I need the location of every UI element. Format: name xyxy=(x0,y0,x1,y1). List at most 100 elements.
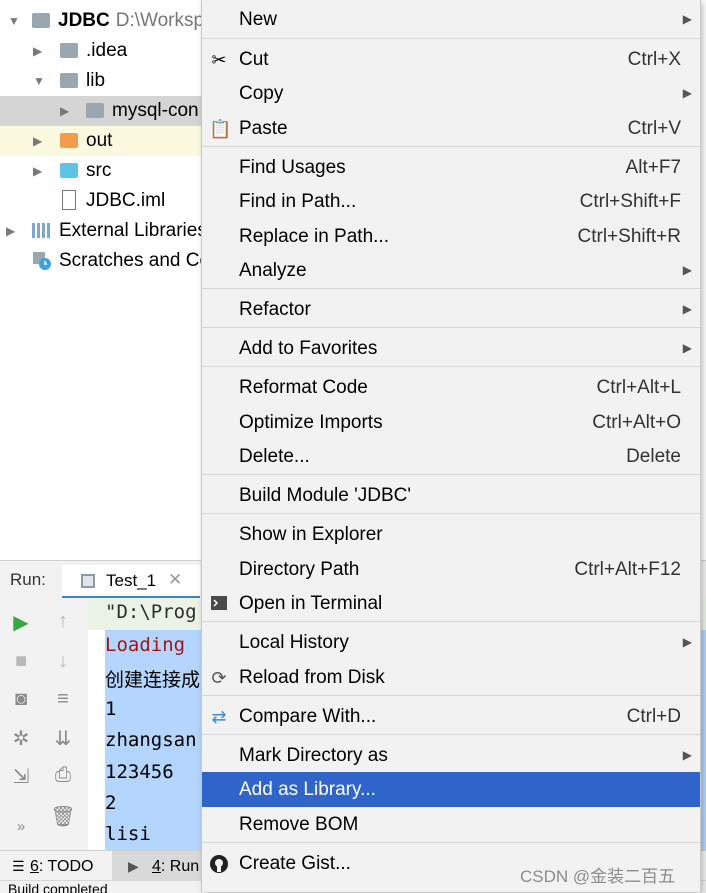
tree-item-label: JDBC.iml xyxy=(86,190,166,211)
menu-item-label: Add as Library... xyxy=(239,779,376,800)
close-icon[interactable]: ✕ xyxy=(168,570,182,590)
folder-icon xyxy=(60,43,78,58)
chevron-right-icon[interactable]: ▶ xyxy=(33,126,42,156)
menu-item-label: Find in Path... xyxy=(239,191,357,212)
restore-layout-icon[interactable]: ⇲ xyxy=(8,764,34,789)
tree-item-label: .idea xyxy=(86,40,128,61)
menu-item-shortcut: Delete xyxy=(626,446,681,467)
test-config-icon xyxy=(80,573,96,589)
menu-separator xyxy=(202,38,700,39)
menu-item-shortcut: Ctrl+X xyxy=(627,49,681,70)
trash-icon[interactable]: 🗑 xyxy=(50,804,76,829)
menu-item-shortcut: Ctrl+Alt+O xyxy=(592,412,681,433)
menu-item-label: New xyxy=(239,9,278,30)
menu-separator xyxy=(202,327,700,328)
watermark: CSDN @金装二百五 xyxy=(520,867,676,886)
tab-todo[interactable]: ☰ 6: TODO xyxy=(12,851,93,881)
arrow-down-icon[interactable]: ↓ xyxy=(50,650,76,673)
chevron-right-icon[interactable]: ▶ xyxy=(33,156,42,186)
menu-item-remove-bom[interactable]: Remove BOM xyxy=(202,807,700,842)
run-tab-test1[interactable]: Test_1 ✕ xyxy=(62,565,200,599)
menu-item-find-in-path[interactable]: Find in Path... Ctrl+Shift+F xyxy=(202,184,700,219)
menu-item-find-usages[interactable]: Find Usages Alt+F7 xyxy=(202,150,700,185)
menu-item-directory-path[interactable]: Directory Path Ctrl+Alt+F12 xyxy=(202,552,700,587)
soft-wrap-icon[interactable]: ≡ xyxy=(50,688,76,711)
chevron-right-icon[interactable]: ▶ xyxy=(33,36,42,66)
console-line: 创建连接成 xyxy=(105,669,201,691)
submenu-arrow-icon: ▶ xyxy=(682,635,692,649)
menu-separator xyxy=(202,621,700,622)
menu-separator xyxy=(202,695,700,696)
tree-item-label: Scratches and Co xyxy=(59,250,211,271)
scroll-to-end-icon[interactable]: ⇊ xyxy=(50,726,76,751)
menu-item-replace-in-path[interactable]: Replace in Path... Ctrl+Shift+R xyxy=(202,219,700,254)
console-line: 1 xyxy=(105,698,117,720)
source-folder-icon xyxy=(60,163,78,178)
chevron-right-icon[interactable]: ▶ xyxy=(6,216,15,246)
submenu-arrow-icon: ▶ xyxy=(682,263,692,277)
tree-root-name: JDBC xyxy=(58,10,110,31)
camera-icon[interactable]: ◙ xyxy=(8,688,34,711)
folder-icon xyxy=(60,73,78,88)
arrow-up-icon[interactable]: ↑ xyxy=(50,610,76,633)
tree-item-label: src xyxy=(86,160,112,181)
run-title: Run: xyxy=(10,570,46,589)
menu-item-shortcut: Ctrl+Shift+R xyxy=(577,226,681,247)
menu-item-new[interactable]: New ▶ xyxy=(202,2,700,37)
menu-item-refactor[interactable]: Refactor ▶ xyxy=(202,292,700,327)
menu-item-optimize-imports[interactable]: Optimize Imports Ctrl+Alt+O xyxy=(202,405,700,440)
tree-root-path: D:\Worksp xyxy=(115,10,205,31)
menu-item-shortcut: Ctrl+Alt+F12 xyxy=(574,559,681,580)
menu-item-mark-directory-as[interactable]: Mark Directory as ▶ xyxy=(202,738,700,773)
menu-item-build-module[interactable]: Build Module 'JDBC' xyxy=(202,478,700,513)
debug-icon[interactable]: ✲ xyxy=(8,726,34,751)
chevron-down-icon[interactable]: ▼ xyxy=(33,66,45,96)
menu-item-reformat-code[interactable]: Reformat Code Ctrl+Alt+L xyxy=(202,370,700,405)
run-tab-label: Test_1 xyxy=(106,571,157,590)
console-line: zhangsan xyxy=(105,729,197,751)
menu-item-add-to-favorites[interactable]: Add to Favorites ▶ xyxy=(202,331,700,366)
chevron-right-icon[interactable]: ▶ xyxy=(60,96,69,126)
menu-item-reload-from-disk[interactable]: ⟳ Reload from Disk xyxy=(202,660,700,695)
menu-item-compare-with[interactable]: ⇄ Compare With... Ctrl+D xyxy=(202,699,700,734)
menu-item-show-in-explorer[interactable]: Show in Explorer xyxy=(202,517,700,552)
menu-item-delete[interactable]: Delete... Delete xyxy=(202,439,700,474)
menu-item-local-history[interactable]: Local History ▶ xyxy=(202,625,700,660)
tab-run[interactable]: ▶ 4: Run xyxy=(112,851,207,881)
menu-item-cut[interactable]: ✂ Cut Ctrl+X xyxy=(202,42,700,77)
menu-item-label: Replace in Path... xyxy=(239,226,389,247)
menu-item-label: Copy xyxy=(239,83,284,104)
console-line: lisi xyxy=(105,823,151,845)
menu-item-shortcut: Ctrl+V xyxy=(627,118,681,139)
menu-item-paste[interactable]: 📋 Paste Ctrl+V xyxy=(202,111,700,146)
menu-item-label: Open in Terminal xyxy=(239,593,383,614)
menu-item-copy[interactable]: Copy ▶ xyxy=(202,76,700,111)
menu-item-label: Paste xyxy=(239,118,288,139)
scratches-icon xyxy=(32,251,52,271)
menu-item-shortcut: Ctrl+Shift+F xyxy=(579,191,681,212)
menu-item-analyze[interactable]: Analyze ▶ xyxy=(202,253,700,288)
menu-item-label: Compare With... xyxy=(239,706,377,727)
rerun-icon[interactable]: ▶ xyxy=(8,610,34,635)
tree-item-label: mysql-con xyxy=(112,100,199,121)
print-icon[interactable]: ⎙ xyxy=(50,764,76,787)
menu-item-label: Refactor xyxy=(239,299,311,320)
menu-item-open-in-terminal[interactable]: Open in Terminal xyxy=(202,586,700,621)
menu-item-label: Create Gist... xyxy=(239,853,351,874)
chevron-down-icon[interactable]: ▼ xyxy=(8,6,20,36)
console-line: Loading xyxy=(105,634,186,656)
menu-item-label: Local History xyxy=(239,632,349,653)
menu-item-add-as-library[interactable]: Add as Library... xyxy=(202,772,700,807)
console-line: 123456 xyxy=(105,761,174,783)
submenu-arrow-icon: ▶ xyxy=(682,341,692,355)
stop-icon[interactable]: ■ xyxy=(8,650,34,673)
console-line: 2 xyxy=(105,792,117,814)
menu-item-label: Find Usages xyxy=(239,157,346,178)
reload-icon: ⟳ xyxy=(211,668,227,688)
more-icon[interactable]: » xyxy=(8,818,34,835)
menu-item-label: Analyze xyxy=(239,260,307,281)
submenu-arrow-icon: ▶ xyxy=(682,12,692,26)
menu-item-label: Show in Explorer xyxy=(239,524,383,545)
clipboard-icon: 📋 xyxy=(209,119,232,139)
module-folder-icon xyxy=(32,13,50,28)
